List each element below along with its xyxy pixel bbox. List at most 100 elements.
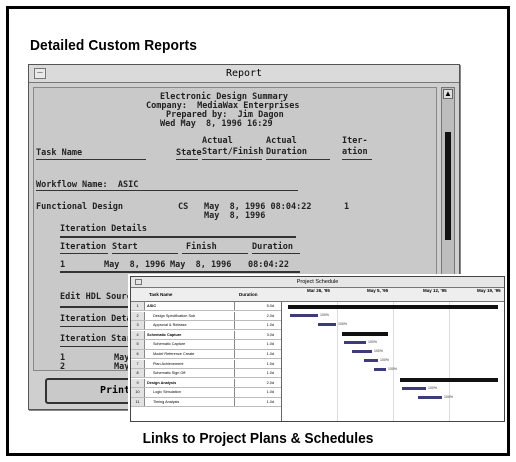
row-duration: 1.0d [234, 321, 276, 330]
report-title: Report [225, 68, 263, 79]
row-duration: 1.0d [234, 359, 276, 368]
divider [60, 346, 136, 347]
row-task-name: Plan Achievement [153, 361, 184, 366]
task-row[interactable]: 4 Schematic Capture 3.0d [131, 330, 281, 340]
row-task-name: Logic Simulation [153, 390, 181, 395]
col-actual-duration: Actual Duration [266, 136, 307, 157]
iter-col-start: Start [112, 242, 138, 252]
week-label: Mar 26, '95 [307, 288, 330, 293]
divider [36, 190, 298, 191]
task-bar[interactable] [344, 341, 366, 344]
week-label: May 19, '95 [477, 288, 501, 293]
task-row[interactable]: 1 ASIC 5.0d [131, 302, 281, 312]
close-icon[interactable]: – [34, 68, 46, 79]
task-row[interactable]: 8 Schematic Sign Off 1.0d [131, 369, 281, 379]
iter-col-duration: Duration [252, 242, 293, 252]
task-bar[interactable] [290, 314, 318, 317]
divider [176, 159, 198, 160]
summary-bar[interactable] [288, 305, 498, 309]
task-row[interactable]: 6 Model Reference Create 1.0d [131, 350, 281, 360]
task-table-header: Task Name Duration [131, 288, 281, 302]
bar-label: 100% [444, 395, 453, 399]
gantt-chart[interactable]: Task Name Duration Mar 26, '95 May 5, '9… [131, 288, 504, 421]
gridline [393, 302, 394, 421]
edit-source-label: Edit HDL Source [60, 292, 137, 302]
task-row[interactable]: 9 Design Analysis 2.0d [131, 378, 281, 388]
bar-label: 100% [338, 322, 347, 326]
row-task-name: ASIC [147, 304, 157, 308]
task-bar[interactable] [352, 350, 372, 353]
row-id: 5 [131, 340, 145, 349]
row-task-name: Schematic Capture [147, 332, 182, 337]
row-id: 3 [131, 321, 145, 330]
task-state: CS [178, 202, 189, 212]
iteration-details-label-2: Iteration Deta [60, 314, 132, 324]
row-task-name: Schematic Capture [153, 342, 186, 347]
scroll-thumb[interactable] [445, 132, 451, 240]
task-row[interactable]: 10 Logic Simulation 1.0d [131, 388, 281, 398]
iter-row-finish: May 8, 1996 [170, 260, 232, 270]
divider [36, 159, 146, 160]
row-duration: 1.0d [234, 388, 276, 397]
col-state: State [176, 148, 202, 158]
col-iteration: Iter- ation [342, 136, 368, 157]
close-icon[interactable] [135, 279, 142, 285]
row-task-name: Model Reference Create [153, 352, 195, 356]
iter2-row-id: 2 [60, 362, 66, 371]
row-task-name: Schematic Sign Off [153, 371, 186, 376]
row-id: 6 [131, 350, 145, 359]
divider [202, 159, 262, 160]
task-bar[interactable] [318, 323, 336, 326]
divider [252, 253, 300, 254]
col-task-name: Task Name [36, 148, 83, 158]
row-id: 11 [131, 398, 145, 407]
iter-row-duration: 08:04:22 [248, 260, 289, 270]
timeline-area[interactable]: 100% 100% 100% 100% 100% 100% 100% 100% [281, 302, 504, 421]
week-label: May 5, '95 [367, 288, 389, 293]
bar-label: 100% [388, 367, 397, 371]
row-duration: 2.0d [234, 311, 276, 320]
task-bar[interactable] [402, 387, 426, 390]
col-duration: Duration [239, 292, 258, 297]
divider [182, 253, 248, 254]
task-name: Functional Design [36, 202, 123, 212]
task-bar[interactable] [418, 396, 442, 399]
iter-row-start: May 8, 1996 [104, 260, 166, 270]
task-iteration: 1 [344, 202, 350, 212]
project-schedule-window[interactable]: Project Schedule Task Name Duration Mar … [130, 276, 505, 422]
divider [266, 159, 330, 160]
divider [60, 236, 296, 238]
row-id: 2 [131, 311, 145, 320]
row-id: 4 [131, 330, 145, 339]
week-label: May 12, '95 [423, 288, 447, 293]
iter-row-id: 1 [60, 260, 66, 270]
row-id: 8 [131, 369, 145, 378]
bar-label: 100% [368, 340, 377, 344]
bar-label: 100% [374, 349, 383, 353]
task-row[interactable]: 7 Plan Achievement 1.0d [131, 359, 281, 369]
figure-caption: Links to Project Plans & Schedules [142, 430, 374, 447]
row-id: 7 [131, 359, 145, 368]
summary-bar[interactable] [342, 332, 388, 336]
row-duration: 1.0d [234, 369, 276, 378]
row-duration: 1.0d [234, 398, 276, 407]
task-bar[interactable] [364, 359, 378, 362]
timeline-header: Mar 26, '95 May 5, '95 May 12, '95 May 1… [281, 288, 504, 302]
task-row[interactable]: 2 Design Specification Sub 2.0d [131, 311, 281, 321]
report-header-line: Wed May 8, 1996 16:29 [160, 119, 273, 129]
divider [60, 306, 140, 308]
gridline [337, 302, 338, 421]
task-row[interactable]: 5 Schematic Capture 1.0d [131, 340, 281, 350]
divider [60, 326, 136, 327]
scroll-up-arrow-icon[interactable]: ▲ [443, 89, 453, 99]
summary-bar[interactable] [400, 378, 498, 382]
row-id: 9 [131, 378, 145, 387]
task-row[interactable]: 11 Timing Analysis 1.0d [131, 398, 281, 408]
row-id: 10 [131, 388, 145, 397]
gridline [449, 302, 450, 421]
task-bar[interactable] [374, 368, 386, 371]
report-titlebar[interactable]: – Report [29, 65, 459, 83]
col-task-name: Task Name [149, 292, 173, 297]
divider [60, 253, 108, 254]
task-row[interactable]: 3 Approval & Release 1.0d [131, 321, 281, 331]
